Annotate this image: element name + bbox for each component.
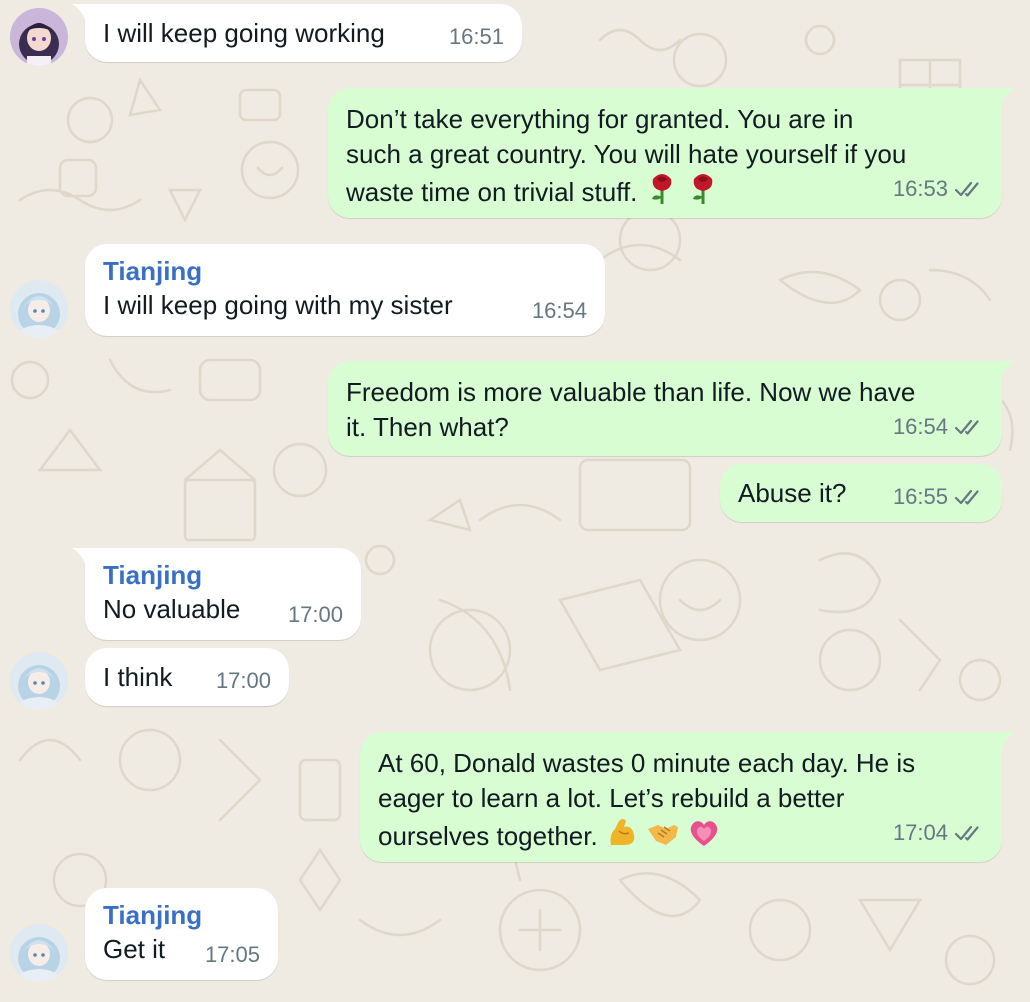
message-time: 16:54 — [892, 413, 948, 439]
message-time: 16:54 — [531, 297, 587, 323]
message-time: 17:04 — [892, 819, 948, 845]
message-bubble[interactable]: Freedom is more valuable than life. Now … — [328, 361, 1002, 456]
message-time-row: 16:53 — [893, 172, 984, 207]
message-text: Abuse it? — [738, 478, 847, 508]
bubble-tail — [72, 4, 86, 22]
message-bubble[interactable]: Don’t take everything for granted. You a… — [328, 88, 1002, 218]
avatar[interactable] — [10, 8, 68, 66]
rose-icon — [651, 174, 671, 204]
message-time: 17:00 — [287, 601, 343, 627]
message-text: I will keep going working — [103, 18, 385, 48]
message-text: I will keep going with my sister — [103, 290, 453, 320]
sender-name[interactable]: Tianjing — [103, 254, 587, 288]
message-text-line: Freedom is more valuable than life. Now … — [346, 377, 916, 407]
message-bubble[interactable]: Tianjing Get it 17:05 — [85, 888, 278, 980]
message-bubble[interactable]: Tianjing No valuable 17:00 — [85, 548, 361, 640]
message-time-row: 17:05 — [205, 938, 260, 973]
message-text-line: waste time on trivial stuff. — [346, 177, 638, 207]
message-bubble[interactable]: I will keep going working 16:51 — [85, 4, 522, 62]
message-bubble[interactable]: I think 17:00 — [85, 648, 289, 706]
double-check-read-icon — [954, 419, 979, 435]
dark-haired-anime-avatar-icon — [10, 8, 68, 66]
bubble-tail — [1001, 361, 1015, 379]
double-check-read-icon — [954, 825, 979, 841]
bubble-tail — [1001, 88, 1015, 106]
bubble-tail — [72, 548, 86, 566]
sender-name[interactable]: Tianjing — [103, 898, 260, 932]
light-haired-anime-avatar-icon — [10, 924, 68, 982]
message-time-row: 16:54 — [532, 294, 587, 329]
light-haired-anime-avatar-icon — [10, 280, 68, 338]
message-time-row: 17:00 — [288, 598, 343, 633]
avatar[interactable] — [10, 924, 68, 982]
message-text-line: Don’t take everything for granted. You a… — [346, 104, 854, 134]
message-time: 16:51 — [448, 23, 504, 49]
handshake-icon — [648, 825, 679, 845]
message-time-row: 16:55 — [893, 480, 984, 515]
message-time-row: 17:04 — [893, 816, 984, 851]
avatar[interactable] — [10, 280, 68, 338]
message-text: No valuable — [103, 594, 241, 624]
message-text: I think — [103, 662, 173, 692]
avatar[interactable] — [10, 652, 68, 710]
message-time: 16:55 — [892, 483, 948, 509]
message-time-row: 17:00 — [216, 664, 271, 699]
light-haired-anime-avatar-icon — [10, 652, 68, 710]
double-check-read-icon — [954, 181, 979, 197]
message-time: 17:05 — [204, 941, 260, 967]
message-time: 16:53 — [892, 175, 948, 201]
message-text-line: At 60, Donald wastes 0 minute each day. … — [378, 748, 916, 778]
message-bubble[interactable]: Tianjing I will keep going with my siste… — [85, 244, 605, 336]
flexed-biceps-icon — [610, 819, 635, 845]
rose-icon — [692, 174, 713, 204]
message-text-line: eager to learn a lot. Let’s rebuild a be… — [378, 782, 845, 813]
message-time-row: 16:54 — [893, 410, 984, 445]
bubble-tail — [1001, 732, 1015, 750]
message-bubble[interactable]: At 60, Donald wastes 0 minute each day. … — [360, 732, 1002, 862]
message-text-line: such a great country. You will hate your… — [346, 138, 907, 169]
sender-name[interactable]: Tianjing — [103, 558, 343, 592]
message-time: 17:00 — [215, 667, 271, 693]
message-text-line: ourselves together. — [378, 821, 598, 851]
growing-heart-icon — [691, 821, 718, 846]
message-time-row: 16:51 — [449, 20, 504, 55]
message-bubble[interactable]: Abuse it? 16:55 — [720, 464, 1002, 522]
message-text: Get it — [103, 934, 166, 964]
message-text-line: it. Then what? — [346, 411, 509, 442]
double-check-read-icon — [954, 489, 979, 505]
